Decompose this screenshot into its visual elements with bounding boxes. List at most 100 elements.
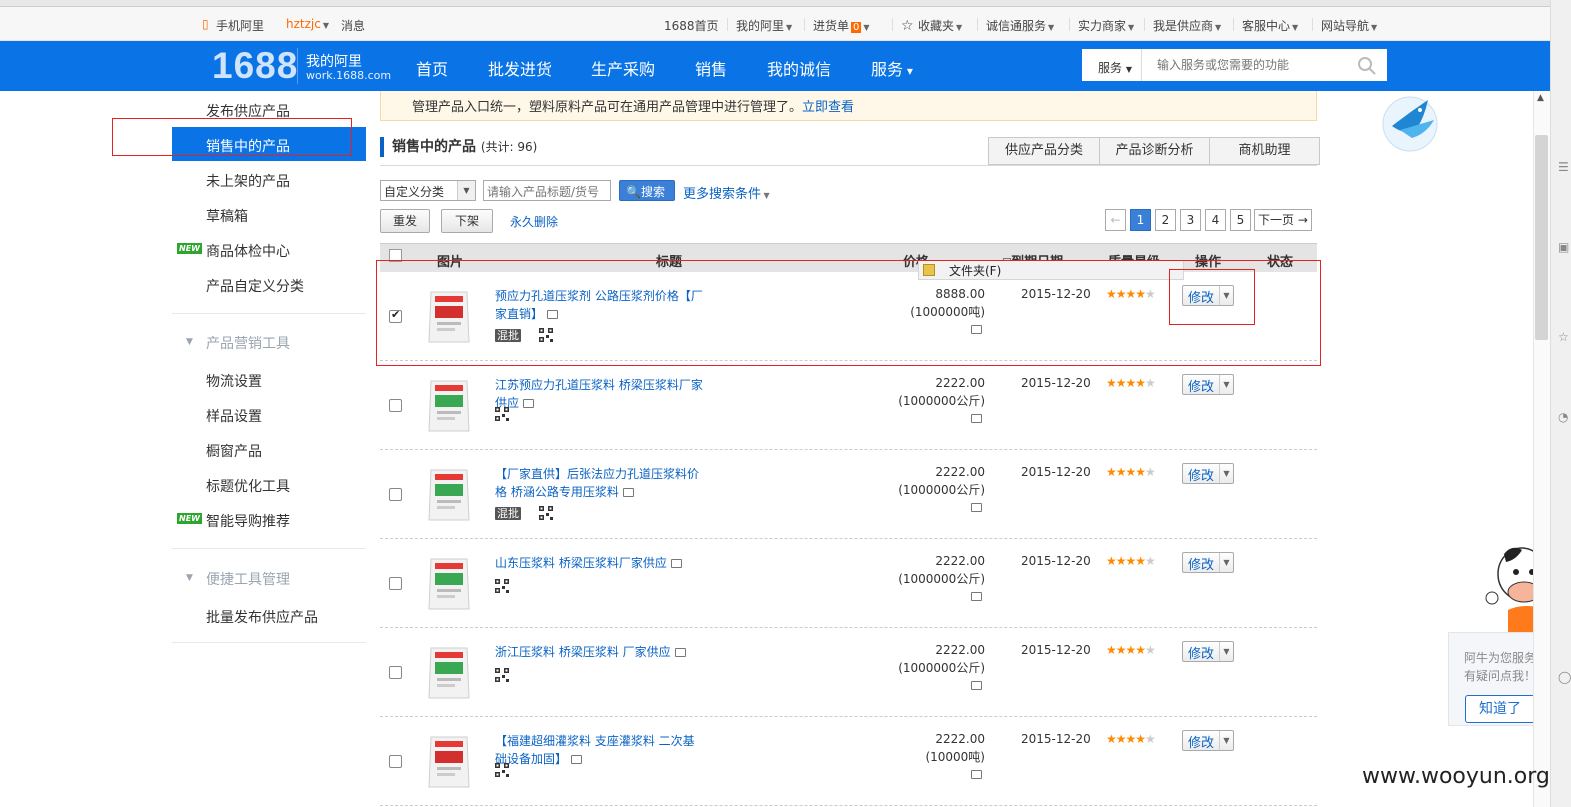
relist-button[interactable]: 重发 — [380, 209, 430, 233]
keyword-input[interactable] — [483, 180, 611, 201]
edit-icon[interactable] — [674, 648, 686, 657]
product-title-link[interactable]: 浙江压浆料 桥梁压浆料 厂家供应 — [495, 643, 705, 661]
chevron-down-icon[interactable]: ▼ — [1219, 375, 1233, 394]
got-it-button[interactable]: 知道了 — [1465, 695, 1535, 723]
qrcode-icon[interactable] — [495, 763, 509, 777]
edit-icon[interactable] — [571, 755, 583, 764]
edit-price-icon[interactable] — [971, 503, 982, 512]
delete-permanently-link[interactable]: 永久删除 — [510, 213, 558, 230]
sidebar-item[interactable]: 标题优化工具 — [206, 476, 290, 496]
product-thumbnail[interactable] — [426, 375, 472, 435]
sidebar-group-title[interactable]: 产品营销工具 — [206, 333, 290, 353]
nav-item[interactable]: 服务 ▾ — [871, 56, 913, 80]
mobile-ali-link[interactable]: 手机阿里 — [216, 17, 264, 34]
top-link[interactable]: 客服中心 ▼ — [1242, 17, 1298, 34]
edit-icon[interactable] — [622, 488, 634, 497]
chat-icon[interactable]: ◯ — [1558, 670, 1571, 684]
collapse-triangle-icon[interactable]: ▼ — [186, 573, 193, 583]
my-ali-title[interactable]: 我的阿里 — [306, 51, 362, 71]
edit-icon[interactable] — [523, 399, 535, 408]
edit-icon[interactable] — [670, 559, 682, 568]
tab-business-assistant[interactable]: 商机助理 — [1209, 138, 1319, 164]
top-link[interactable]: 1688首页 — [664, 17, 719, 34]
side-tool-icon[interactable]: ▣ — [1558, 240, 1569, 254]
search-scope-select[interactable]: 服务 ▼ — [1082, 49, 1142, 81]
product-title-link[interactable]: 【厂家直供】后张法应力孔道压浆料价格 桥涵公路专用压浆料 — [495, 465, 705, 501]
collapse-triangle-icon[interactable]: ▼ — [186, 337, 193, 347]
chevron-down-icon[interactable]: ▼ — [1219, 642, 1233, 661]
top-link[interactable]: ☆ 收藏夹 ▼ — [901, 17, 962, 34]
side-tool-icon[interactable]: ☰ — [1558, 160, 1569, 174]
delist-button[interactable]: 下架 — [441, 209, 493, 233]
category-select[interactable]: 自定义分类 ▼ — [380, 180, 476, 201]
clock-icon[interactable]: ◔ — [1558, 410, 1568, 424]
chevron-down-icon[interactable]: ▼ — [1219, 731, 1233, 750]
service-search-input[interactable] — [1143, 49, 1353, 81]
sidebar-group-title[interactable]: 便捷工具管理 — [206, 569, 290, 589]
prev-page-button[interactable]: ← — [1105, 209, 1126, 231]
qrcode-icon[interactable] — [495, 407, 509, 421]
product-title-link[interactable]: 【福建超细灌浆料 支座灌浆料 二次基础设备加固】 — [495, 732, 705, 768]
page-number-button[interactable]: 4 — [1205, 209, 1226, 231]
row-checkbox[interactable] — [389, 755, 402, 768]
scroll-up-icon[interactable]: ▲ — [1537, 93, 1544, 103]
product-thumbnail[interactable] — [426, 731, 472, 791]
edit-button[interactable]: 修改 ▼ — [1182, 374, 1234, 395]
sidebar-item[interactable]: 产品自定义分类 — [206, 276, 304, 296]
row-checkbox[interactable] — [389, 577, 402, 590]
qrcode-icon[interactable] — [539, 506, 553, 520]
sidebar-item[interactable]: 商品体检中心 — [206, 241, 290, 261]
tab-product-diagnosis[interactable]: 产品诊断分析 — [1099, 138, 1209, 164]
sidebar-item[interactable]: 橱窗产品 — [206, 441, 262, 461]
page-number-button[interactable]: 1 — [1130, 209, 1151, 231]
messages-link[interactable]: 消息 — [341, 17, 365, 34]
top-link[interactable]: 我的阿里 ▼ — [736, 17, 792, 34]
page-scroll-thumb[interactable] — [1535, 135, 1548, 340]
product-title-link[interactable]: 江苏预应力孔道压浆料 桥梁压浆料厂家供应 — [495, 376, 705, 412]
qrcode-icon[interactable] — [495, 579, 509, 593]
search-icon[interactable] — [1357, 56, 1377, 76]
page-number-button[interactable]: 2 — [1155, 209, 1176, 231]
nav-item[interactable]: 我的诚信 — [767, 56, 831, 80]
top-link[interactable]: 网站导航 ▼ — [1321, 17, 1377, 34]
row-checkbox[interactable] — [389, 666, 402, 679]
edit-button[interactable]: 修改 ▼ — [1182, 730, 1234, 751]
site-logo[interactable]: 1688 — [212, 45, 298, 87]
edit-price-icon[interactable] — [971, 414, 982, 423]
more-conditions-link[interactable]: 更多搜索条件 ▼ — [683, 183, 770, 202]
tab-supply-category[interactable]: 供应产品分类 — [989, 138, 1099, 164]
edit-button[interactable]: 修改 ▼ — [1182, 641, 1234, 662]
edit-price-icon[interactable] — [971, 592, 982, 601]
top-link[interactable]: 进货单 0 ▼ — [813, 17, 870, 34]
username-link[interactable]: hztzjc ▼ — [286, 17, 329, 31]
star-icon[interactable]: ☆ — [1558, 330, 1569, 344]
product-thumbnail[interactable] — [426, 553, 472, 613]
sidebar-item[interactable]: 未上架的产品 — [206, 171, 290, 191]
qrcode-icon[interactable] — [495, 668, 509, 682]
nav-item[interactable]: 批发进货 — [488, 56, 552, 80]
nav-item[interactable]: 销售 — [695, 56, 727, 80]
edit-price-icon[interactable] — [971, 681, 982, 690]
product-thumbnail[interactable] — [426, 464, 472, 524]
sidebar-item[interactable]: 样品设置 — [206, 406, 262, 426]
top-link[interactable]: 诚信通服务 ▼ — [986, 17, 1054, 34]
product-title-link[interactable]: 山东压浆料 桥梁压浆料厂家供应 — [495, 554, 705, 572]
page-number-button[interactable]: 3 — [1180, 209, 1201, 231]
top-link[interactable]: 实力商家 ▼ — [1078, 17, 1134, 34]
edit-button[interactable]: 修改 ▼ — [1182, 463, 1234, 484]
nav-item[interactable]: 生产采购 — [591, 56, 655, 80]
product-thumbnail[interactable] — [426, 642, 472, 702]
notice-link[interactable]: 立即查看 — [802, 100, 854, 115]
next-page-button[interactable]: 下一页 → — [1254, 209, 1312, 231]
chevron-down-icon[interactable]: ▼ — [1219, 553, 1233, 572]
sidebar-item[interactable]: 草稿箱 — [206, 206, 248, 226]
row-checkbox[interactable] — [389, 399, 402, 412]
search-button[interactable]: 🔍搜索 — [619, 180, 675, 201]
sidebar-item[interactable]: 智能导购推荐 — [206, 511, 290, 531]
page-number-button[interactable]: 5 — [1230, 209, 1251, 231]
sidebar-item[interactable]: 批量发布供应产品 — [206, 607, 318, 627]
chevron-down-icon[interactable]: ▼ — [1219, 464, 1233, 483]
sidebar-item[interactable]: 物流设置 — [206, 371, 262, 391]
nav-item[interactable]: 首页 — [416, 56, 448, 80]
edit-price-icon[interactable] — [971, 770, 982, 779]
